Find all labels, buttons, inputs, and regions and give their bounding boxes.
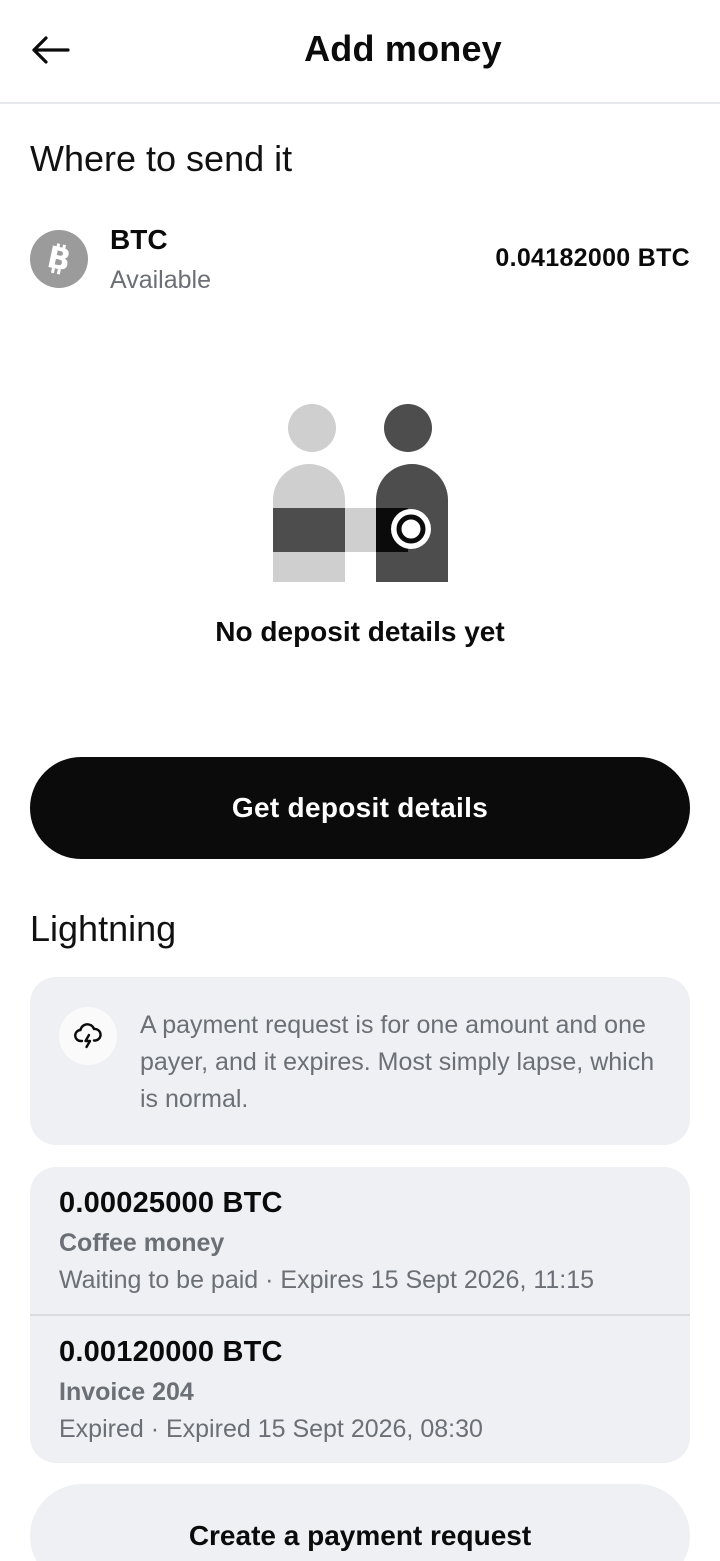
create-payment-request-button[interactable]: Create a payment request: [30, 1484, 690, 1561]
get-deposit-details-button[interactable]: Get deposit details: [30, 757, 690, 859]
empty-state-text: No deposit details yet: [215, 616, 505, 647]
top-app-bar: Add money: [0, 0, 720, 104]
request-amount: 0.00025000 BTC: [59, 1187, 283, 1219]
request-status: Expired · Expired 15 Sept 2026, 08:30: [59, 1415, 483, 1443]
destination-heading: Where to send it: [30, 138, 293, 179]
lightning-info-text: A payment request is for one amount and …: [140, 1011, 655, 1113]
asset-balance: 0.04182000 BTC: [495, 244, 690, 272]
bitcoin-icon: B: [30, 230, 88, 288]
people-deposit-illustration: [272, 402, 450, 582]
lightning-info-card: A payment request is for one amount and …: [30, 977, 690, 1145]
payment-request-list: 0.00025000 BTC Coffee money Waiting to b…: [30, 1167, 690, 1463]
lightning-heading: Lightning: [30, 908, 177, 949]
request-status: Waiting to be paid · Expires 15 Sept 202…: [59, 1266, 595, 1294]
asset-name: BTC: [110, 224, 168, 255]
asset-availability: Available: [110, 266, 212, 294]
request-label: Coffee money: [59, 1229, 225, 1257]
cloud-lightning-icon: [59, 1007, 117, 1065]
payment-request-item[interactable]: 0.00025000 BTC Coffee money Waiting to b…: [30, 1167, 690, 1315]
request-label: Invoice 204: [59, 1378, 194, 1406]
payment-request-item[interactable]: 0.00120000 BTC Invoice 204 Expired · Exp…: [30, 1314, 690, 1462]
asset-row: B BTC Available 0.04182000 BTC: [30, 222, 690, 302]
page-title: Add money: [304, 28, 502, 69]
request-amount: 0.00120000 BTC: [59, 1336, 283, 1368]
